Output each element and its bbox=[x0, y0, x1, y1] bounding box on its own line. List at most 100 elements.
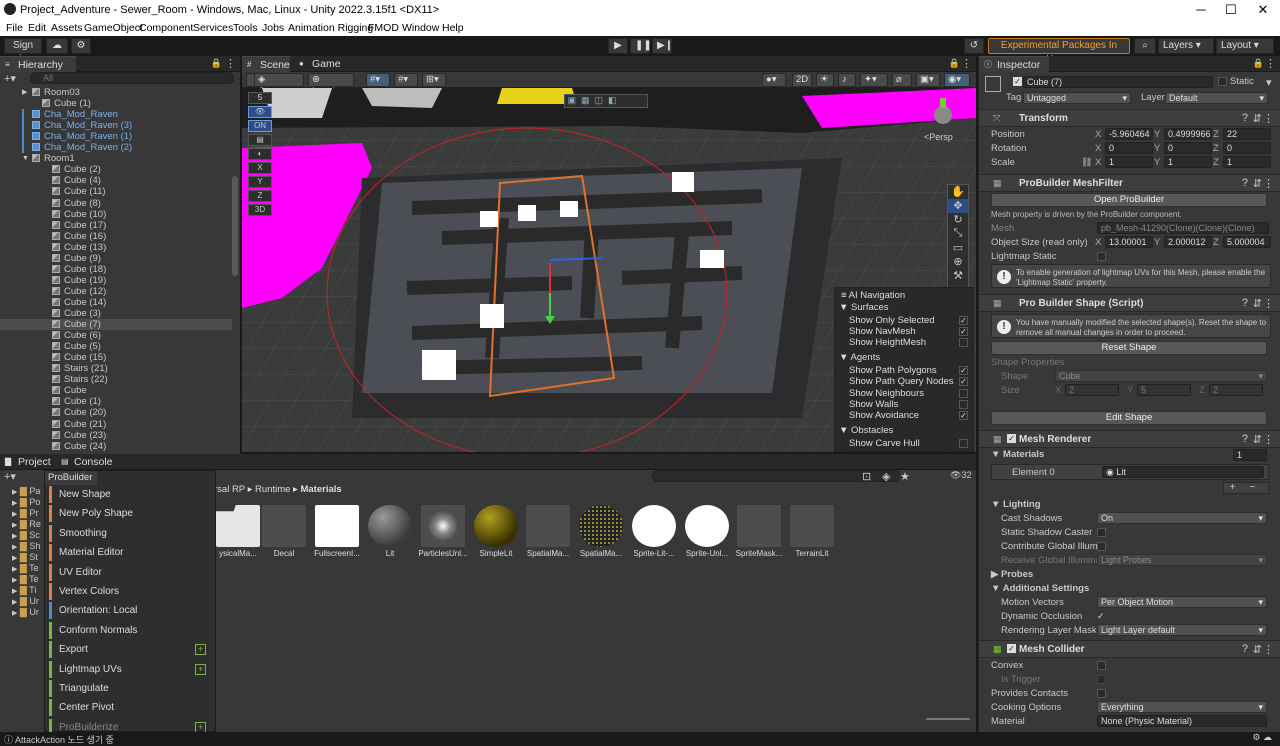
project-folder-row[interactable]: ▶ ▇ Pr bbox=[12, 508, 38, 519]
fold-arrow-icon[interactable]: ▶ bbox=[22, 87, 27, 98]
gizmos-icon[interactable]: ◉▾ bbox=[944, 73, 970, 87]
probuilder-selection-modes[interactable]: ▣ ▦ ◫ ◧ bbox=[564, 94, 648, 108]
status-icons[interactable]: ⚙ ☁ bbox=[1252, 732, 1272, 743]
open-probuilder-button[interactable]: Open ProBuilder bbox=[991, 193, 1267, 207]
axis-z-field[interactable]: 5.000004 bbox=[1223, 236, 1271, 248]
material-thumbnail[interactable] bbox=[632, 505, 676, 547]
minimize-button[interactable]: ─ bbox=[1186, 2, 1216, 17]
hidden-objects-icon[interactable]: ⌀ bbox=[892, 73, 912, 87]
probuilder-action-button[interactable]: Conform Normals bbox=[49, 621, 199, 639]
fold-arrow-icon[interactable]: ▼ bbox=[22, 153, 29, 164]
increment-snap-icon[interactable]: ⊞▾ bbox=[422, 73, 446, 87]
axis-x-field[interactable]: -5.960464 bbox=[1105, 128, 1153, 140]
volume-icon[interactable]: ▤ bbox=[248, 134, 272, 146]
layers-dropdown[interactable]: Layers ▾ bbox=[1158, 38, 1214, 54]
menu-gameobject[interactable]: GameObject bbox=[84, 22, 143, 34]
ai-nav-checkbox[interactable] bbox=[959, 338, 968, 348]
hierarchy-scrollbar[interactable] bbox=[232, 176, 238, 276]
lighting-section[interactable]: ▼ Lighting bbox=[991, 499, 1041, 511]
play-button[interactable]: ▶ bbox=[608, 38, 628, 54]
probuilder-action-button[interactable]: Vertex Colors bbox=[49, 583, 199, 600]
filter-label-icon[interactable]: ◈ bbox=[882, 470, 890, 483]
ai-nav-section-header[interactable]: ▼ Surfaces bbox=[839, 302, 889, 313]
hierarchy-row[interactable]: ▶ Room03 bbox=[0, 87, 232, 98]
ai-nav-checkbox[interactable]: ✓ bbox=[959, 316, 968, 325]
static-dropdown-icon[interactable]: ▾ bbox=[1266, 76, 1272, 89]
component-menu-icon[interactable]: ⋮ bbox=[1263, 177, 1274, 190]
y-axis-toggle[interactable]: Y bbox=[248, 176, 272, 188]
hierarchy-row[interactable]: Cha_Mod_Raven (2) bbox=[0, 142, 232, 154]
rotate-tool-icon[interactable]: ↻ bbox=[948, 213, 968, 227]
axis-z-field[interactable]: 22 bbox=[1223, 128, 1271, 140]
collider-enabled-checkbox[interactable]: ✓ bbox=[1007, 644, 1016, 653]
step-button[interactable]: ▶❙ bbox=[652, 38, 673, 54]
hierarchy-row[interactable]: Cube bbox=[0, 385, 232, 396]
hierarchy-row[interactable]: Cha_Mod_Raven bbox=[0, 109, 232, 121]
project-folder-row[interactable]: ▶ ▇ Sh bbox=[12, 541, 40, 552]
project-add-icon[interactable]: +▾ bbox=[4, 470, 16, 483]
mesh-collider-component[interactable]: ▦ ✓ Mesh Collider ? ⇵ ⋮ bbox=[979, 640, 1280, 658]
material-thumbnail[interactable] bbox=[579, 505, 623, 547]
material-thumbnail[interactable] bbox=[262, 505, 306, 547]
hierarchy-row[interactable]: Cube (18) bbox=[0, 264, 232, 275]
hand-tool-icon[interactable]: ✋ bbox=[948, 185, 968, 199]
hierarchy-search-input[interactable] bbox=[30, 72, 234, 84]
edit-shape-button[interactable]: Edit Shape bbox=[991, 411, 1267, 425]
hierarchy-row[interactable]: Cube (23) bbox=[0, 430, 232, 441]
ai-nav-checkbox[interactable] bbox=[959, 399, 968, 409]
settings-icon[interactable]: ⚙ bbox=[71, 38, 91, 54]
reset-shape-button[interactable]: Reset Shape bbox=[991, 341, 1267, 355]
axis-y-field[interactable]: 0.4999966 bbox=[1164, 128, 1212, 140]
hierarchy-row[interactable]: Cube (6) bbox=[0, 330, 232, 341]
material-thumbnail[interactable] bbox=[737, 505, 781, 547]
contribute-gi-checkbox[interactable] bbox=[1097, 542, 1106, 551]
probuilder-action-button[interactable]: Export bbox=[49, 641, 199, 659]
help-icon[interactable]: ? bbox=[1242, 297, 1248, 309]
hierarchy-row[interactable]: Cha_Mod_Raven (3) bbox=[0, 120, 232, 132]
menu-window[interactable]: Window bbox=[402, 22, 439, 34]
scale-tool-icon[interactable]: ⤡ bbox=[948, 227, 968, 241]
gizmo-y-icon[interactable] bbox=[940, 98, 946, 108]
hierarchy-row[interactable]: Stairs (21) bbox=[0, 363, 232, 374]
probuilder-options-button[interactable]: + bbox=[195, 663, 206, 675]
component-menu-icon[interactable]: ⋮ bbox=[1263, 112, 1274, 125]
static-shadow-caster-checkbox[interactable] bbox=[1097, 528, 1106, 537]
component-menu-icon[interactable]: ⋮ bbox=[1263, 643, 1274, 656]
component-menu-icon[interactable]: ⋮ bbox=[1263, 433, 1274, 446]
2d-toggle[interactable]: 2D bbox=[792, 73, 812, 87]
material-thumbnail[interactable] bbox=[368, 505, 412, 547]
lock-icon[interactable]: 🔒 bbox=[211, 58, 222, 69]
collider-material-field[interactable]: None (Physic Material) bbox=[1097, 715, 1267, 727]
axis-y-field[interactable]: 0 bbox=[1164, 142, 1212, 154]
hierarchy-row[interactable]: Cube (16) bbox=[0, 231, 232, 242]
project-folder-row[interactable]: ▶ ▇ Te bbox=[12, 563, 39, 574]
tag-dropdown[interactable]: Untagged bbox=[1023, 92, 1131, 104]
help-icon[interactable]: ? bbox=[1242, 643, 1248, 655]
cast-shadows-dropdown[interactable]: On bbox=[1097, 512, 1267, 524]
renderer-enabled-checkbox[interactable]: ✓ bbox=[1007, 434, 1016, 443]
probuilder-action-button[interactable]: Smoothing bbox=[49, 524, 199, 542]
on-toggle[interactable]: ON bbox=[248, 120, 272, 132]
rendering-layer-dropdown[interactable]: Light Layer default bbox=[1097, 624, 1267, 636]
hierarchy-row[interactable]: Stairs (22) bbox=[0, 374, 232, 385]
project-folder-row[interactable]: ▶ ▇ St bbox=[12, 552, 38, 563]
ai-nav-checkbox[interactable]: ✓ bbox=[959, 327, 968, 337]
axis-x-field[interactable]: 0 bbox=[1105, 142, 1153, 154]
layer-dropdown[interactable]: Default bbox=[1165, 92, 1268, 104]
effects-icon[interactable]: ✦▾ bbox=[860, 73, 888, 87]
hierarchy-row[interactable]: Cube (12) bbox=[0, 286, 232, 297]
shading-mode-icon[interactable]: ●▾ bbox=[762, 73, 786, 87]
preset-icon[interactable]: ⇵ bbox=[1253, 112, 1262, 125]
space-dropdown[interactable]: ⊕ Local▾ bbox=[308, 73, 354, 97]
object-name-field[interactable]: Cube (7) bbox=[1023, 76, 1213, 88]
project-folder-row[interactable]: ▶ ▇ Ur bbox=[12, 596, 39, 607]
custom-tool-icon[interactable]: ⚒ bbox=[948, 269, 968, 283]
probuilder-action-button[interactable]: UV Editor bbox=[49, 563, 199, 581]
transform-tool-icon[interactable]: ⊕ bbox=[948, 255, 968, 269]
scene-more-icon[interactable]: ⋮ bbox=[961, 57, 972, 70]
rect-tool-icon[interactable]: ▭ bbox=[948, 241, 968, 255]
move-tool-icon[interactable]: ✥ bbox=[948, 199, 968, 213]
zoom-slider[interactable] bbox=[926, 718, 970, 720]
breadcrumb-item[interactable]: rsal RP bbox=[214, 484, 245, 495]
eye-icon[interactable]: 👁 bbox=[248, 106, 272, 118]
